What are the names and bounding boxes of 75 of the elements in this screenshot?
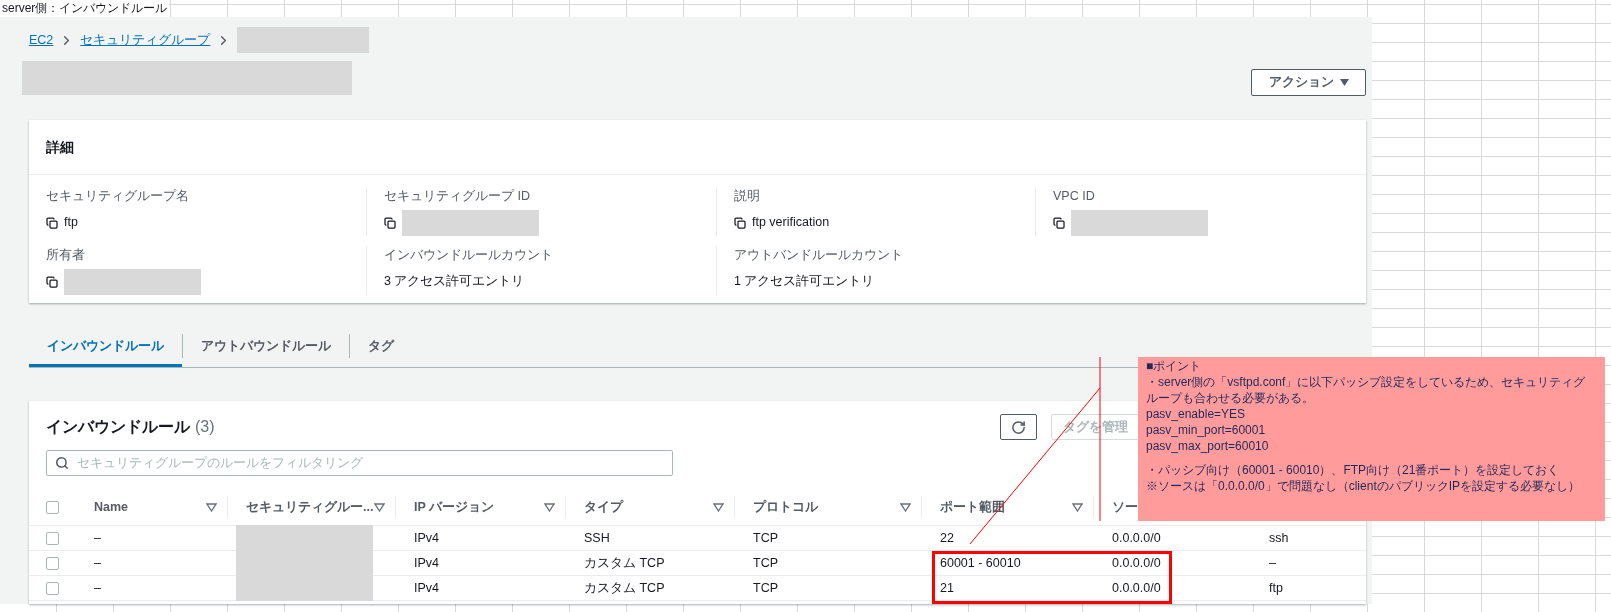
table-cell-text: 0.0.0.0/0 — [1112, 554, 1161, 572]
sort-icon[interactable] — [206, 502, 217, 512]
note-text: pasv_max_port=60010 — [1146, 438, 1270, 454]
copy-icon[interactable] — [46, 216, 58, 229]
field-label: インバウンドルールカウント — [384, 246, 554, 264]
copy-icon[interactable] — [384, 216, 396, 229]
table-cell-text: – — [1269, 554, 1276, 572]
note-text: ・パッシブ向け（60001 - 60010）、FTP向け（21番ポート）を設定しておく — [1146, 462, 1561, 478]
column-header: Name — [94, 498, 129, 516]
table-cell-text: – — [94, 579, 101, 597]
actions-button[interactable]: アクション — [1251, 69, 1366, 96]
table-cell-text: TCP — [753, 529, 778, 547]
field-value: 3 アクセス許可エントリ — [384, 273, 525, 291]
table-cell-text: SSH — [584, 529, 610, 547]
field-label: 説明 — [734, 188, 761, 205]
breadcrumb-link[interactable]: EC2 — [29, 30, 54, 50]
sort-icon[interactable] — [900, 502, 911, 512]
note-text: ※ソースは「0.0.0.0/0」で問題なし（clientのパブリックIPを設定する必要なし） — [1146, 478, 1582, 494]
search-field[interactable]: セキュリティグループのルールをフィルタリング — [46, 450, 673, 476]
field-label: 所有者 — [46, 246, 86, 264]
column-header: プロトコル — [753, 498, 818, 516]
sheet-title: server側：インバウンドルール — [0, 0, 170, 17]
table-cell-text: – — [94, 529, 101, 547]
copy-icon[interactable] — [734, 216, 746, 229]
sort-icon[interactable] — [544, 502, 555, 512]
table-cell-text: IPv4 — [414, 554, 439, 572]
column-header: タイプ — [584, 498, 623, 516]
table-cell-text: 22 — [940, 529, 954, 547]
copy-icon[interactable] — [46, 275, 58, 288]
tab[interactable]: インバウンドルール — [29, 325, 182, 367]
card-title: 詳細 — [46, 137, 74, 157]
table-cell-text: 60001 - 60010 — [940, 554, 1021, 572]
table-cell-text: TCP — [753, 554, 778, 572]
rule-count: (3) — [195, 417, 215, 437]
table-cell-text: – — [94, 554, 101, 572]
field-value: ftp — [64, 214, 78, 232]
copy-icon[interactable] — [1053, 216, 1065, 229]
table-cell-text: 21 — [940, 579, 954, 597]
field-label: セキュリティグループ ID — [384, 188, 531, 205]
note-text: ■ポイント — [1146, 358, 1203, 374]
column-header: ソー — [1112, 498, 1138, 516]
checkbox[interactable] — [45, 531, 59, 545]
table-cell-text: IPv4 — [414, 579, 439, 597]
field-label: セキュリティグループ名 — [46, 188, 190, 205]
table-cell-text: カスタム TCP — [584, 554, 665, 572]
table-cell-text: TCP — [753, 579, 778, 597]
note-text: pasv_enable=YES — [1146, 406, 1247, 422]
table-cell-text: 0.0.0.0/0 — [1112, 529, 1161, 547]
field-value: 1 アクセス許可エントリ — [734, 273, 875, 291]
column-header: セキュリティグルー... — [246, 498, 374, 516]
tab[interactable]: アウトバウンドルール — [183, 325, 349, 367]
table-title: インバウンドルール — [46, 417, 190, 437]
refresh-button[interactable] — [1000, 414, 1037, 440]
table-cell-text: IPv4 — [414, 529, 439, 547]
caret-down-icon — [1339, 79, 1349, 86]
breadcrumb-link[interactable]: セキュリティグループ — [80, 30, 211, 50]
column-header: IP バージョン — [414, 498, 495, 516]
sort-icon[interactable] — [713, 502, 724, 512]
field-value: ftp verification — [752, 214, 830, 232]
checkbox[interactable] — [45, 581, 59, 595]
note-text: pasv_min_port=60001 — [1146, 422, 1267, 438]
table-cell-text: ftp — [1269, 579, 1283, 597]
field-label: アウトバンドルールカウント — [734, 246, 904, 264]
sort-icon[interactable] — [1072, 502, 1083, 512]
checkbox[interactable] — [45, 556, 59, 570]
note-text: ・server側の「vsftpd.conf」に以下パッシブ設定をしているため、セキュリティグループも合わせる必要がある。 — [1146, 374, 1587, 406]
checkbox[interactable] — [45, 500, 59, 514]
refresh-icon — [1011, 419, 1026, 435]
field-label: VPC ID — [1053, 188, 1096, 205]
tab[interactable]: タグ — [350, 325, 412, 367]
sort-icon[interactable] — [374, 502, 385, 512]
search-icon — [55, 456, 69, 470]
table-cell-text: ssh — [1269, 529, 1289, 547]
table-cell-text: カスタム TCP — [584, 579, 665, 597]
table-cell-text: 0.0.0.0/0 — [1112, 579, 1161, 597]
